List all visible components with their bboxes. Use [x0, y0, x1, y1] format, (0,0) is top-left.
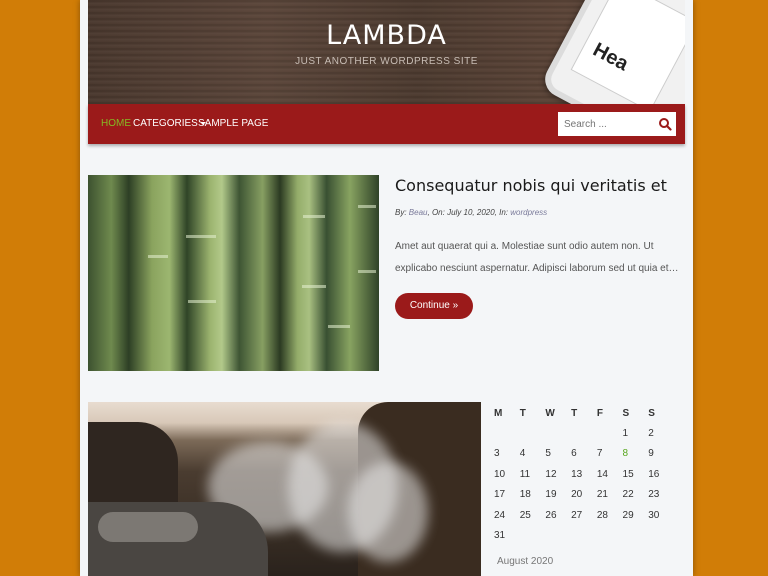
site-header: Hea LAMBDA JUST ANOTHER WORDPRESS SITE: [88, 0, 685, 104]
post-author-link[interactable]: Beau: [409, 208, 428, 217]
bamboo-node: [358, 270, 376, 273]
calendar-day: 14: [596, 468, 608, 480]
calendar-day: [517, 526, 543, 547]
calendar-day: 16: [648, 468, 660, 480]
calendar-day: 19: [545, 489, 557, 501]
meta-on-label: On:: [431, 208, 445, 217]
post-category-link[interactable]: wordpress: [510, 208, 547, 217]
calendar-day: [645, 526, 671, 547]
calendar-day: 10: [494, 468, 506, 480]
bamboo-node: [358, 205, 376, 208]
nav-item-categories[interactable]: CATEGORIES: [133, 118, 206, 129]
page-container: Hea LAMBDA JUST ANOTHER WORDPRESS SITE H…: [80, 0, 693, 576]
nav-item-categories-label: CATEGORIES: [133, 118, 198, 129]
bamboo-node: [328, 325, 350, 328]
calendar-day: 8: [622, 448, 629, 460]
weekday-header: S: [648, 407, 655, 419]
calendar-day: 24: [494, 509, 506, 521]
calendar-week-row: 12: [491, 423, 671, 444]
calendar-day: [568, 526, 594, 547]
calendar-day: 26: [545, 509, 557, 521]
calendar-day: 13: [571, 468, 583, 480]
calendar-day: 31: [494, 530, 506, 542]
weekday-header: T: [519, 407, 526, 419]
calendar-day: 15: [622, 468, 634, 480]
calendar-day: 11: [519, 468, 531, 480]
calendar-day: 29: [622, 509, 634, 521]
weekday-header: M: [494, 407, 503, 419]
calendar-day: [594, 526, 620, 547]
calendar-day: 9: [648, 448, 654, 460]
calendar-day: 6: [571, 448, 577, 460]
weekday-header: S: [622, 407, 630, 419]
calendar-day: 17: [494, 489, 506, 501]
calendar-caption: August 2020: [497, 556, 554, 567]
site-title[interactable]: LAMBDA: [88, 20, 685, 51]
post-thumbnail-bamboo[interactable]: [88, 175, 379, 371]
bamboo-node: [302, 285, 326, 288]
bamboo-node: [188, 300, 216, 303]
calendar-widget: M T W T F S S 1 2 3 4 5 6 7 8 9 10 11 12 13 14 15 16 17 1…: [491, 403, 671, 546]
calendar-day: 2: [648, 427, 654, 439]
calendar-week-row: 24 25 26 27 28 29 30: [491, 505, 671, 526]
weekday-header: W: [545, 407, 555, 419]
continue-reading-button[interactable]: Continue »: [395, 293, 473, 319]
calendar-day: 21: [596, 489, 608, 501]
calendar-day: 7: [596, 448, 603, 460]
post-excerpt: Amet aut quaerat qui a. Molestiae sunt o…: [395, 241, 679, 274]
image-rocks-highlight: [98, 512, 198, 542]
site-tagline: JUST ANOTHER WORDPRESS SITE: [295, 56, 478, 67]
calendar-day: 5: [545, 448, 551, 460]
calendar-day: [517, 423, 543, 444]
calendar-day: [542, 423, 568, 444]
calendar-day: 23: [648, 489, 660, 501]
calendar-day: 27: [571, 509, 583, 521]
search-form: [558, 112, 676, 136]
calendar-table: M T W T F S S 1 2 3 4 5 6 7 8 9 10 11 12 13 14 15 16 17 1…: [491, 403, 671, 546]
image-mist: [348, 462, 428, 562]
calendar-day: [491, 423, 517, 444]
calendar-day: 4: [519, 448, 526, 460]
calendar-week-row: 17 18 19 20 21 22 23: [491, 485, 671, 506]
post-title[interactable]: Consequatur nobis qui veritatis et: [395, 176, 667, 195]
calendar-week-row: 10 11 12 13 14 15 16: [491, 464, 671, 485]
calendar-day: 20: [571, 489, 583, 501]
bamboo-node: [148, 255, 168, 258]
bamboo-node: [303, 215, 325, 218]
calendar-day: 22: [622, 489, 634, 501]
calendar-day: 1: [622, 427, 629, 439]
calendar-week-row: 31: [491, 526, 671, 547]
phone-screen: Hea: [570, 0, 685, 104]
calendar-day: 25: [519, 509, 531, 521]
nav-item-home[interactable]: HOME: [101, 118, 131, 129]
calendar-day: 30: [648, 509, 660, 521]
weekday-header: F: [596, 407, 603, 419]
bamboo-node: [186, 235, 216, 238]
post-date: July 10, 2020: [447, 208, 495, 217]
post-thumbnail-waterfall[interactable]: [88, 402, 481, 576]
main-navigation: HOME CATEGORIES SAMPLE PAGE: [88, 104, 685, 144]
calendar-day: 12: [545, 468, 557, 480]
calendar-day: 28: [596, 509, 608, 521]
calendar-weekday-row: M T W T F S S: [491, 403, 671, 423]
calendar-day: 3: [494, 448, 500, 460]
nav-item-sample-page[interactable]: SAMPLE PAGE: [198, 118, 268, 129]
calendar-day: 18: [519, 489, 531, 501]
weekday-header: T: [571, 407, 578, 419]
calendar-day: [568, 423, 594, 444]
calendar-day: [542, 526, 568, 547]
search-icon[interactable]: [658, 117, 672, 131]
meta-by-label: By:: [395, 208, 407, 217]
post-meta: By: Beau, On: July 10, 2020, In: wordpre…: [395, 208, 548, 217]
calendar-day: [620, 526, 646, 547]
calendar-week-row: 3 4 5 6 7 8 9: [491, 444, 671, 465]
calendar-day: [594, 423, 620, 444]
meta-in-label: In:: [499, 208, 509, 217]
search-input[interactable]: [558, 112, 653, 136]
